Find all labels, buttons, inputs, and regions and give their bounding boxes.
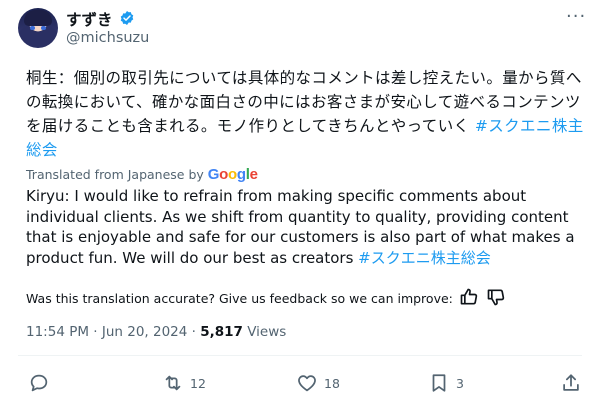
share-button[interactable]	[560, 372, 582, 394]
avatar[interactable]	[18, 8, 58, 48]
bookmark-count: 3	[456, 375, 464, 391]
translated-label: Translated from Japanese by	[26, 167, 204, 182]
views-count: 5,817	[200, 324, 243, 340]
divider	[18, 355, 582, 356]
views-label: Views	[242, 324, 287, 340]
tweet-text-original: 桐生：個別の取引先については具体的なコメントは差し控えたい。量から質への転換にお…	[26, 66, 588, 162]
reply-button[interactable]	[28, 372, 56, 394]
tweet-metadata: 11:54 PM · Jun 20, 2024 · 5,817 Views	[26, 324, 286, 340]
share-icon	[563, 374, 579, 391]
tweet-body-en: Kiryu: I would like to refrain from maki…	[26, 187, 575, 267]
more-options-icon[interactable]: ···	[566, 8, 586, 26]
like-button[interactable]: 18	[296, 372, 340, 394]
timestamp[interactable]: 11:54 PM · Jun 20, 2024 ·	[26, 324, 200, 340]
retweet-count: 12	[190, 375, 206, 391]
like-count: 18	[324, 375, 340, 391]
thumbs-down-icon[interactable]	[486, 287, 506, 307]
hashtag-link-en[interactable]: #スクエニ株主総会	[358, 249, 491, 267]
translation-feedback-prompt: Was this translation accurate? Give us f…	[26, 291, 453, 306]
bookmark-icon	[432, 374, 446, 392]
retweet-icon	[165, 375, 181, 391]
avatar-hair	[24, 10, 52, 26]
reply-icon	[30, 374, 48, 392]
bookmark-button[interactable]: 3	[428, 372, 464, 394]
avatar-eye-left	[30, 26, 35, 30]
heart-icon	[298, 375, 316, 392]
translation-attribution[interactable]: Translated from Japanese by Google	[26, 166, 258, 183]
verified-badge-icon	[120, 11, 134, 25]
display-name[interactable]: すずき	[66, 8, 113, 30]
user-handle[interactable]: @michsuzu	[66, 30, 149, 46]
tweet-text-translated: Kiryu: I would like to refrain from maki…	[26, 186, 592, 268]
google-logo-icon: Google	[207, 166, 258, 183]
retweet-button[interactable]: 12	[162, 372, 206, 394]
thumbs-up-icon[interactable]	[459, 287, 479, 307]
avatar-eye-right	[41, 26, 46, 30]
